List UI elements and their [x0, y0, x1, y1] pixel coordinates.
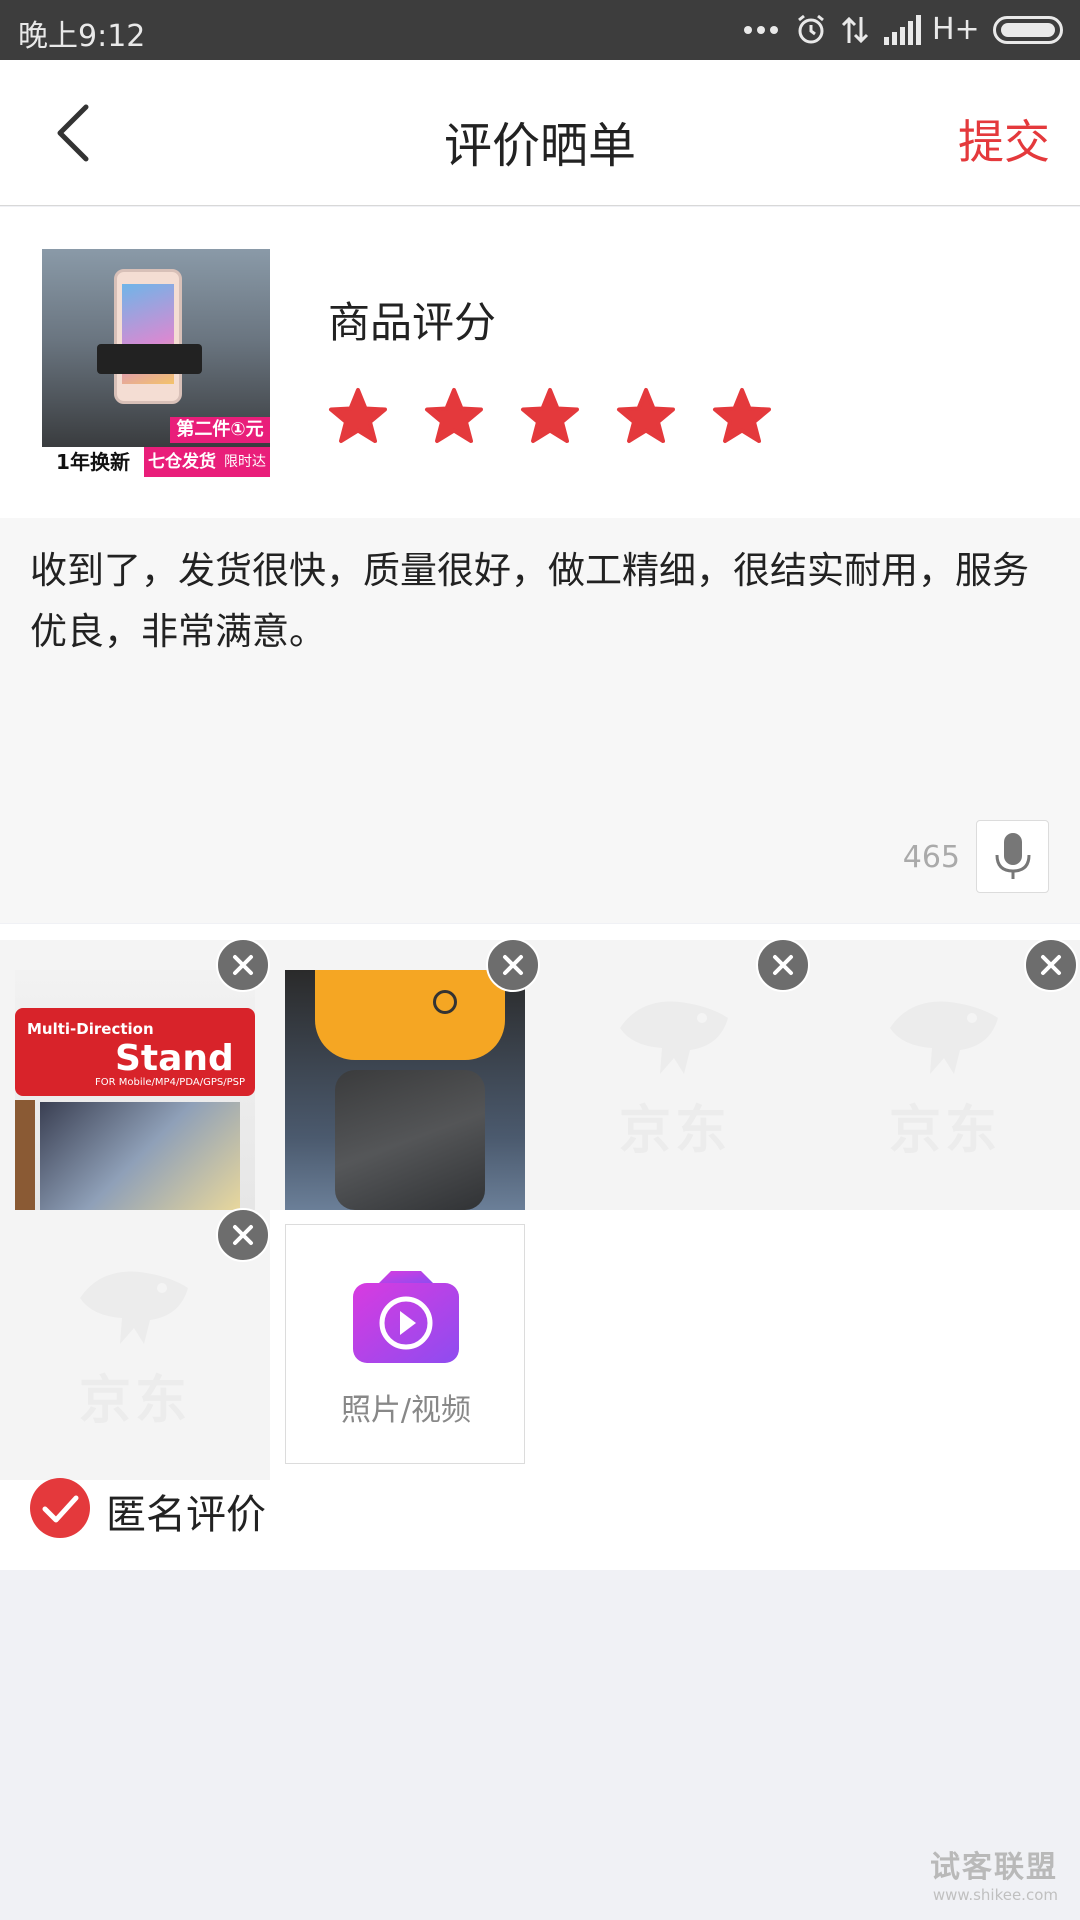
anonymous-toggle[interactable]: 匿名评价 [0, 1478, 1080, 1570]
watermark-url: www.shikee.com [932, 1886, 1058, 1904]
remove-photo-button[interactable] [1024, 938, 1078, 992]
stand-photo-line2: Stand [115, 1038, 234, 1079]
char-count: 465 [902, 840, 960, 875]
battery-icon [993, 16, 1063, 44]
star-icon[interactable] [424, 387, 484, 447]
remove-photo-button[interactable] [216, 938, 270, 992]
signal-icon [884, 0, 922, 60]
camera-video-icon [353, 1271, 459, 1363]
add-media-label: 照片/视频 [340, 1393, 472, 1428]
remove-photo-button[interactable] [756, 938, 810, 992]
rating-label: 商品评分 [328, 298, 497, 347]
jd-dog-logo-icon [80, 1271, 188, 1344]
product-section: 第二件①元 1年换新 七仓发货 限时达 商品评分 [0, 207, 1080, 518]
thumbnail-badge-limited: 限时达 [220, 447, 270, 477]
jd-dog-logo-icon [620, 1001, 728, 1074]
submit-button[interactable]: 提交 [958, 106, 1050, 172]
page-title: 评价晒单 [443, 118, 636, 174]
watermark: 试客联盟 www.shikee.com [930, 1842, 1058, 1904]
data-transfer-icon [840, 0, 870, 60]
remove-photo-button[interactable] [216, 1208, 270, 1262]
close-icon [233, 955, 253, 975]
alarm-icon [795, 0, 827, 60]
anonymous-label: 匿名评价 [106, 1492, 266, 1538]
review-section[interactable]: 收到了，发货很快，质量很好，做工精细，很结实耐用，服务优良，非常满意。 465 [0, 518, 1080, 923]
microphone-icon [995, 832, 1030, 879]
product-thumbnail: 第二件①元 1年换新 七仓发货 限时达 [42, 249, 270, 477]
close-icon [773, 955, 793, 975]
voice-input-button[interactable] [976, 820, 1049, 893]
network-type: H+ [932, 12, 980, 47]
thumbnail-badge-row: 1年换新 七仓发货 限时达 [42, 447, 270, 477]
watermark-title: 试客联盟 [930, 1850, 1058, 1885]
status-time: 晚上9:12 [18, 19, 146, 54]
rating-stars [328, 387, 808, 447]
jd-placeholder-text: 京东 [618, 1100, 731, 1161]
stand-photo-line3: FOR Mobile/MP4/PDA/GPS/PSP [95, 1077, 245, 1088]
photo-grid: Multi-Direction Stand FOR Mobile/MP4/PDA… [0, 924, 1080, 1570]
phone-image [114, 269, 182, 404]
screen: 晚上9:12 H+ 评价晒单 提交 第二件①元 1年换新 七仓发货 限时达 商品… [0, 0, 1080, 1920]
star-icon[interactable] [712, 387, 772, 447]
thumbnail-badge-second-item: 第二件①元 [170, 417, 270, 443]
close-icon [233, 1225, 253, 1245]
photo-image [285, 970, 525, 1210]
nav-bar: 评价晒单 提交 [0, 60, 1080, 206]
jd-dog-logo-icon [890, 1001, 998, 1074]
close-icon [1041, 955, 1061, 975]
star-icon[interactable] [328, 387, 388, 447]
jd-placeholder-text: 京东 [888, 1100, 1001, 1161]
review-textarea[interactable]: 收到了，发货很快，质量很好，做工精细，很结实耐用，服务优良，非常满意。 [30, 540, 1050, 662]
stand-photo-line1: Multi-Direction [27, 1020, 154, 1038]
checkmark-icon[interactable] [30, 1478, 90, 1538]
holder-image [97, 344, 202, 374]
status-bar: 晚上9:12 H+ [0, 0, 1080, 60]
star-icon[interactable] [520, 387, 580, 447]
more-dots-icon [744, 0, 778, 60]
thumbnail-badge-warranty: 1年换新 [42, 447, 144, 477]
add-photo-video-button[interactable]: 照片/视频 [285, 1224, 525, 1464]
thumbnail-badge-warehouse: 七仓发货 [144, 447, 220, 477]
star-icon[interactable] [616, 387, 676, 447]
remove-photo-button[interactable] [486, 938, 540, 992]
photo-image: Multi-Direction Stand FOR Mobile/MP4/PDA… [15, 970, 255, 1210]
close-icon [503, 955, 523, 975]
jd-placeholder-text: 京东 [78, 1370, 191, 1431]
